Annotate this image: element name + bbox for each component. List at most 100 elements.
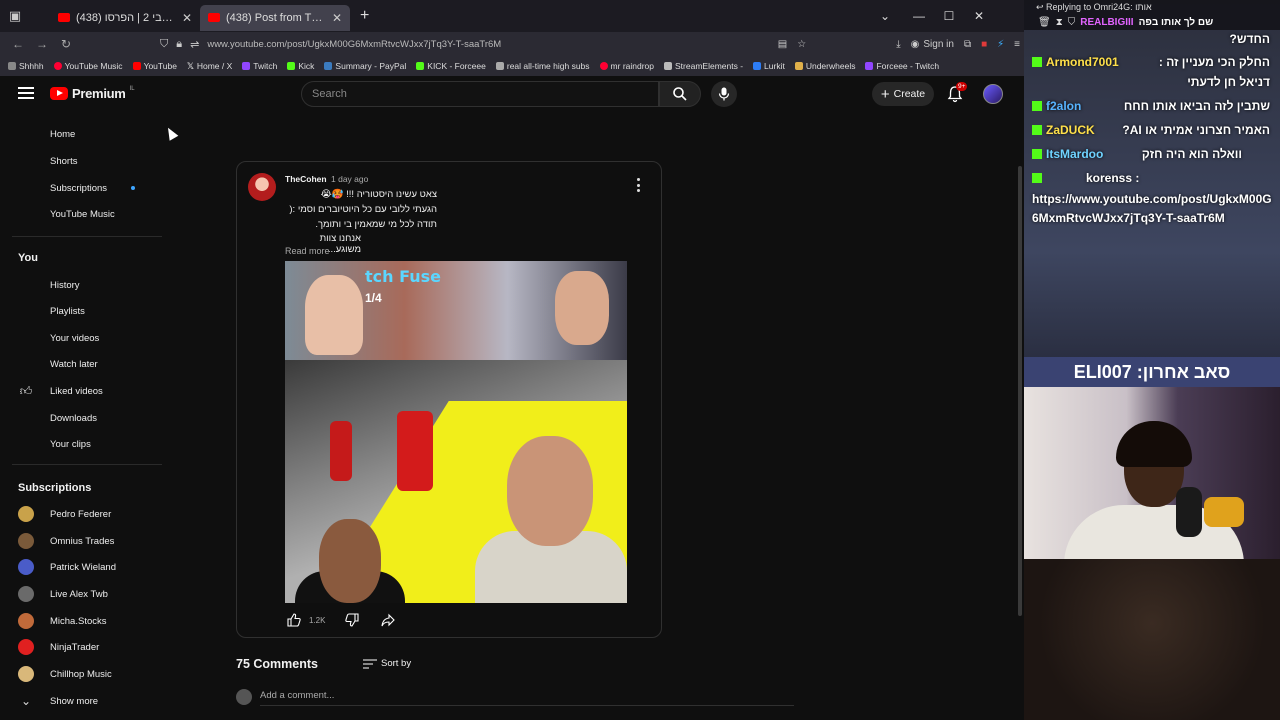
tab-list-icon[interactable]: ⌄ <box>870 0 900 32</box>
bookmark-item[interactable]: Shhhh <box>8 61 44 71</box>
voice-search-button[interactable] <box>711 81 737 107</box>
minimize-icon[interactable]: — <box>904 0 934 32</box>
search-input[interactable]: Search <box>301 81 659 107</box>
account-avatar[interactable] <box>983 84 1003 104</box>
permissions-icon[interactable]: ⇌ <box>190 38 199 51</box>
lock-icon[interactable]: 🔒︎ <box>176 38 182 51</box>
sidebar-item-playlists[interactable]: Playlists <box>0 301 162 321</box>
download-icon[interactable]: ⤓ <box>896 39 900 50</box>
you-section-header[interactable]: You <box>18 252 38 264</box>
bookmark-label: Lurkit <box>764 61 785 71</box>
subscription-channel[interactable]: Chillhop Music <box>0 664 162 684</box>
author-avatar[interactable] <box>248 173 276 201</box>
post-time[interactable]: 1 day ago <box>331 174 368 184</box>
chat-message: שם לך אותו בפה <box>1138 17 1214 28</box>
bookmark-star-icon[interactable]: ☆ <box>797 39 806 50</box>
dislike-button[interactable] <box>343 611 361 629</box>
show-more-button[interactable]: ⌄ Show more <box>0 691 162 711</box>
share-button[interactable] <box>379 611 397 629</box>
comments-count: 75 Comments <box>236 657 318 671</box>
sidebar-label: Watch later <box>50 358 98 370</box>
subscription-channel[interactable]: Pedro Federer <box>0 504 162 524</box>
extensions-icon[interactable]: ⧉ <box>964 39 971 50</box>
image-caption: tch Fuse <box>365 267 441 286</box>
sidebar-item-home[interactable]: Home <box>0 124 162 144</box>
notifications-button[interactable]: 9+ <box>946 82 968 103</box>
sidebar-label: Live Alex Twb <box>50 588 108 600</box>
subscription-channel[interactable]: Micha.Stocks <box>0 611 162 631</box>
subscription-channel[interactable]: Patrick Wieland <box>0 557 162 577</box>
like-button[interactable] <box>285 611 303 629</box>
kick-badge-icon <box>1032 101 1042 111</box>
bookmark-item[interactable]: 𝕏 Home / X <box>187 61 232 72</box>
chat-username: korenss <box>1086 171 1133 185</box>
share-icon <box>381 613 396 627</box>
sidebar-item-your-videos[interactable]: Your videos <box>0 328 162 348</box>
sidebar-item-liked-videos[interactable]: 👍︎ Liked videos <box>0 381 162 401</box>
sign-in-button[interactable]: ◉ Sign in <box>911 39 954 50</box>
sidebar-divider <box>12 236 162 237</box>
bookmark-item[interactable]: StreamElements - <box>664 61 743 71</box>
read-more-link[interactable]: Read more <box>285 246 330 256</box>
bookmark-item[interactable]: Lurkit <box>753 61 785 71</box>
forward-icon[interactable]: → <box>30 37 54 51</box>
youtube-favicon-icon <box>58 13 70 22</box>
bookmark-item[interactable]: Kick <box>287 61 314 71</box>
bookmark-label: Home / X <box>196 61 233 71</box>
post-author[interactable]: TheCohen <box>285 174 327 184</box>
chat-message: האמיר חצרוני אמיתי או AI? <box>1122 123 1270 137</box>
add-comment-input[interactable]: Add a comment... <box>260 690 794 706</box>
close-tab-icon[interactable]: ✕ <box>332 11 342 25</box>
new-tab-button[interactable]: + <box>350 7 379 25</box>
bookmark-label: Kick <box>298 61 315 71</box>
sidebar-item-shorts[interactable]: Shorts <box>0 151 162 171</box>
create-button[interactable]: + Create <box>872 82 934 106</box>
bookmark-item[interactable]: KICK - Forceee <box>416 61 486 71</box>
sort-by-button[interactable]: Sort by <box>363 658 411 669</box>
bookmark-item[interactable]: Summary - PayPal <box>324 61 406 71</box>
youtube-premium-logo[interactable]: Premium IL <box>50 86 135 101</box>
bookmark-item[interactable]: Underwheels <box>794 61 855 71</box>
bookmark-item[interactable]: Twitch <box>242 61 277 71</box>
back-icon[interactable]: ← <box>6 37 30 51</box>
channel-avatar <box>18 639 34 655</box>
bookmark-item[interactable]: YouTube Music <box>53 61 123 71</box>
sidebar-label: Liked videos <box>50 385 103 397</box>
tab-overview-icon[interactable]: ▣ <box>0 0 30 32</box>
guide-menu-icon[interactable] <box>18 87 34 99</box>
reader-view-icon[interactable]: ▤ <box>778 39 787 50</box>
chat-line: ItsMardoo <box>1032 147 1103 161</box>
sidebar-item-history[interactable]: History <box>0 275 162 295</box>
chat-line: ZaDUCK <box>1032 123 1095 137</box>
browser-tab-active[interactable]: (438) Post from TheCohen - YouTube ✕ <box>200 4 350 31</box>
maximize-icon[interactable]: ☐ <box>934 0 964 32</box>
bookmark-item[interactable]: YouTube <box>132 61 177 71</box>
browser-tab[interactable]: (438) שם טוב האבי 2 | הפרסו... ✕ <box>50 5 200 31</box>
close-tab-icon[interactable]: ✕ <box>182 11 192 25</box>
bookmark-label: KICK - Forceee <box>427 61 486 71</box>
bookmark-item[interactable]: real all-time high subs <box>495 61 590 71</box>
sign-in-label: Sign in <box>923 38 954 50</box>
sidebar-item-downloads[interactable]: Downloads <box>0 408 162 428</box>
search-button[interactable] <box>659 81 701 107</box>
sidebar-item-subscriptions[interactable]: Subscriptions <box>0 178 162 198</box>
bookmark-item[interactable]: mr raindrop <box>599 61 654 71</box>
page-scrollbar[interactable] <box>1018 166 1022 616</box>
post-image[interactable]: tch Fuse 1/4 <box>285 261 627 603</box>
address-bar[interactable]: ⛉ 🔒︎ ⇌ www.youtube.com/post/UgkxM00G6Mxm… <box>160 34 770 54</box>
shield-icon[interactable]: ⛉ <box>160 38 168 51</box>
reload-icon[interactable]: ↻ <box>54 37 78 51</box>
more-actions-icon[interactable] <box>635 178 641 192</box>
sidebar-item-youtube-music[interactable]: YouTube Music <box>0 204 162 224</box>
subscription-channel[interactable]: NinjaTrader <box>0 637 162 657</box>
sidebar-item-watch-later[interactable]: Watch later <box>0 354 162 374</box>
kick-badge-icon <box>1032 125 1042 135</box>
close-window-icon[interactable]: ✕ <box>964 0 994 32</box>
bookmark-item[interactable]: Forceee - Twitch <box>865 61 939 71</box>
menu-icon[interactable]: ≡ <box>1014 39 1020 50</box>
subscription-channel[interactable]: Live Alex Twb <box>0 584 162 604</box>
sidebar-item-your-clips[interactable]: Your clips <box>0 434 162 454</box>
subscription-channel[interactable]: Omnius Trades <box>0 531 162 551</box>
extension-blue-icon[interactable]: ⚡ <box>997 39 1004 50</box>
extension-red-icon[interactable]: ■ <box>981 39 987 50</box>
